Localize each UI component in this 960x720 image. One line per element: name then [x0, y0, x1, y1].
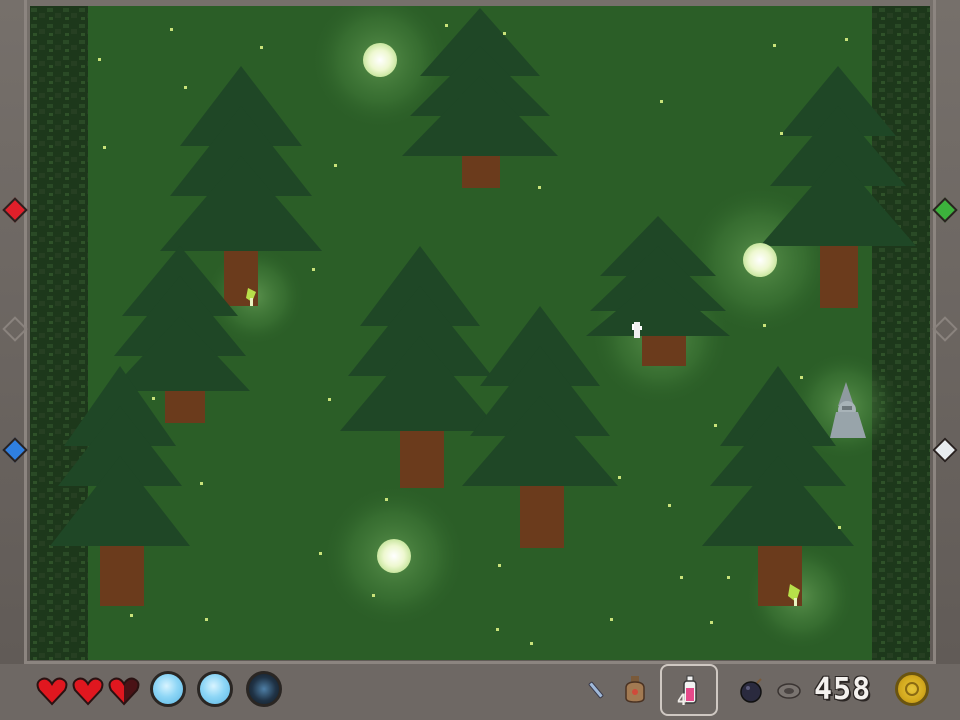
- gold-count: 458: [814, 672, 872, 707]
- right-hedge: [872, 6, 930, 660]
- forest-scene: [30, 6, 930, 660]
- wisp-light: [743, 243, 777, 277]
- game-playfield[interactable]: [30, 6, 930, 660]
- wisp-light: [377, 539, 411, 573]
- pouch-icon[interactable]: [622, 674, 648, 704]
- wisp-light: [363, 43, 397, 77]
- heart-full-icon: [72, 677, 104, 706]
- mana-orb-full-icon: [150, 671, 186, 707]
- mana-orb-full-icon: [197, 671, 233, 707]
- bomb-icon[interactable]: [738, 676, 766, 704]
- gold-coin-icon: [895, 672, 929, 706]
- heart-half-icon: [108, 677, 140, 706]
- left-hedge: [30, 6, 88, 660]
- potion-count: 4: [677, 690, 687, 709]
- heart-full-icon: [36, 677, 68, 706]
- trap-icon[interactable]: [776, 680, 802, 702]
- wand-icon[interactable]: [586, 680, 606, 700]
- mana-orb-empty-icon: [246, 671, 282, 707]
